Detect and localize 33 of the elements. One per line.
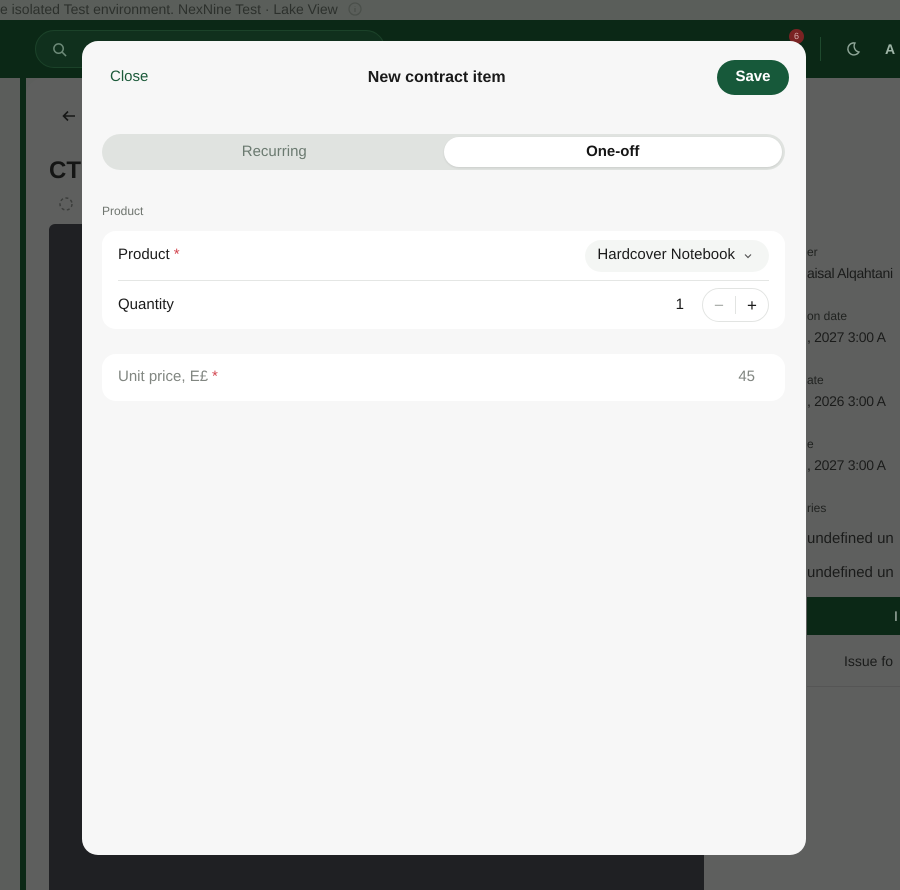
detail-value: aisal Alqahtani (807, 264, 894, 283)
increment-button[interactable]: + (736, 296, 768, 314)
dialog-title: New contract item (368, 68, 506, 88)
page-title: CT (49, 156, 82, 186)
entry-line: undefined un (807, 563, 895, 583)
notification-badge: 6 (789, 28, 804, 44)
detail-value: , 2026 3:00 A (807, 392, 887, 411)
segment-tab[interactable]: Recurring (105, 137, 444, 167)
moon-icon[interactable] (845, 41, 861, 57)
detail-label: e (807, 436, 815, 453)
product-select[interactable]: Hardcover Notebook (585, 240, 769, 272)
search-icon (52, 42, 67, 56)
detail-label: ries (807, 500, 828, 517)
action-bar[interactable]: I (807, 597, 900, 635)
user-initials[interactable]: A (885, 38, 900, 60)
quantity-value: 1 (676, 294, 684, 315)
detail-label: er (807, 244, 819, 261)
column-header: Issue fo (807, 635, 900, 687)
detail-value: , 2027 3:00 A (807, 328, 887, 347)
field-label: Unit price, E£ * (118, 367, 218, 388)
segment-tab[interactable]: One-off (444, 137, 782, 167)
field-label: Quantity (118, 294, 174, 315)
unit-price-input[interactable]: 45 (709, 365, 769, 390)
close-link[interactable]: Close (102, 66, 156, 89)
detail-label: ate (807, 372, 825, 389)
detail-label: on date (807, 308, 848, 325)
save-button[interactable]: Save (716, 60, 789, 95)
field-label: Product * (118, 245, 180, 266)
back-arrow-icon[interactable] (61, 108, 77, 124)
detail-value: , 2027 3:00 A (807, 456, 887, 475)
entry-line: undefined un (807, 529, 895, 549)
spinner-icon (58, 196, 74, 212)
section-label: Product (102, 203, 144, 220)
